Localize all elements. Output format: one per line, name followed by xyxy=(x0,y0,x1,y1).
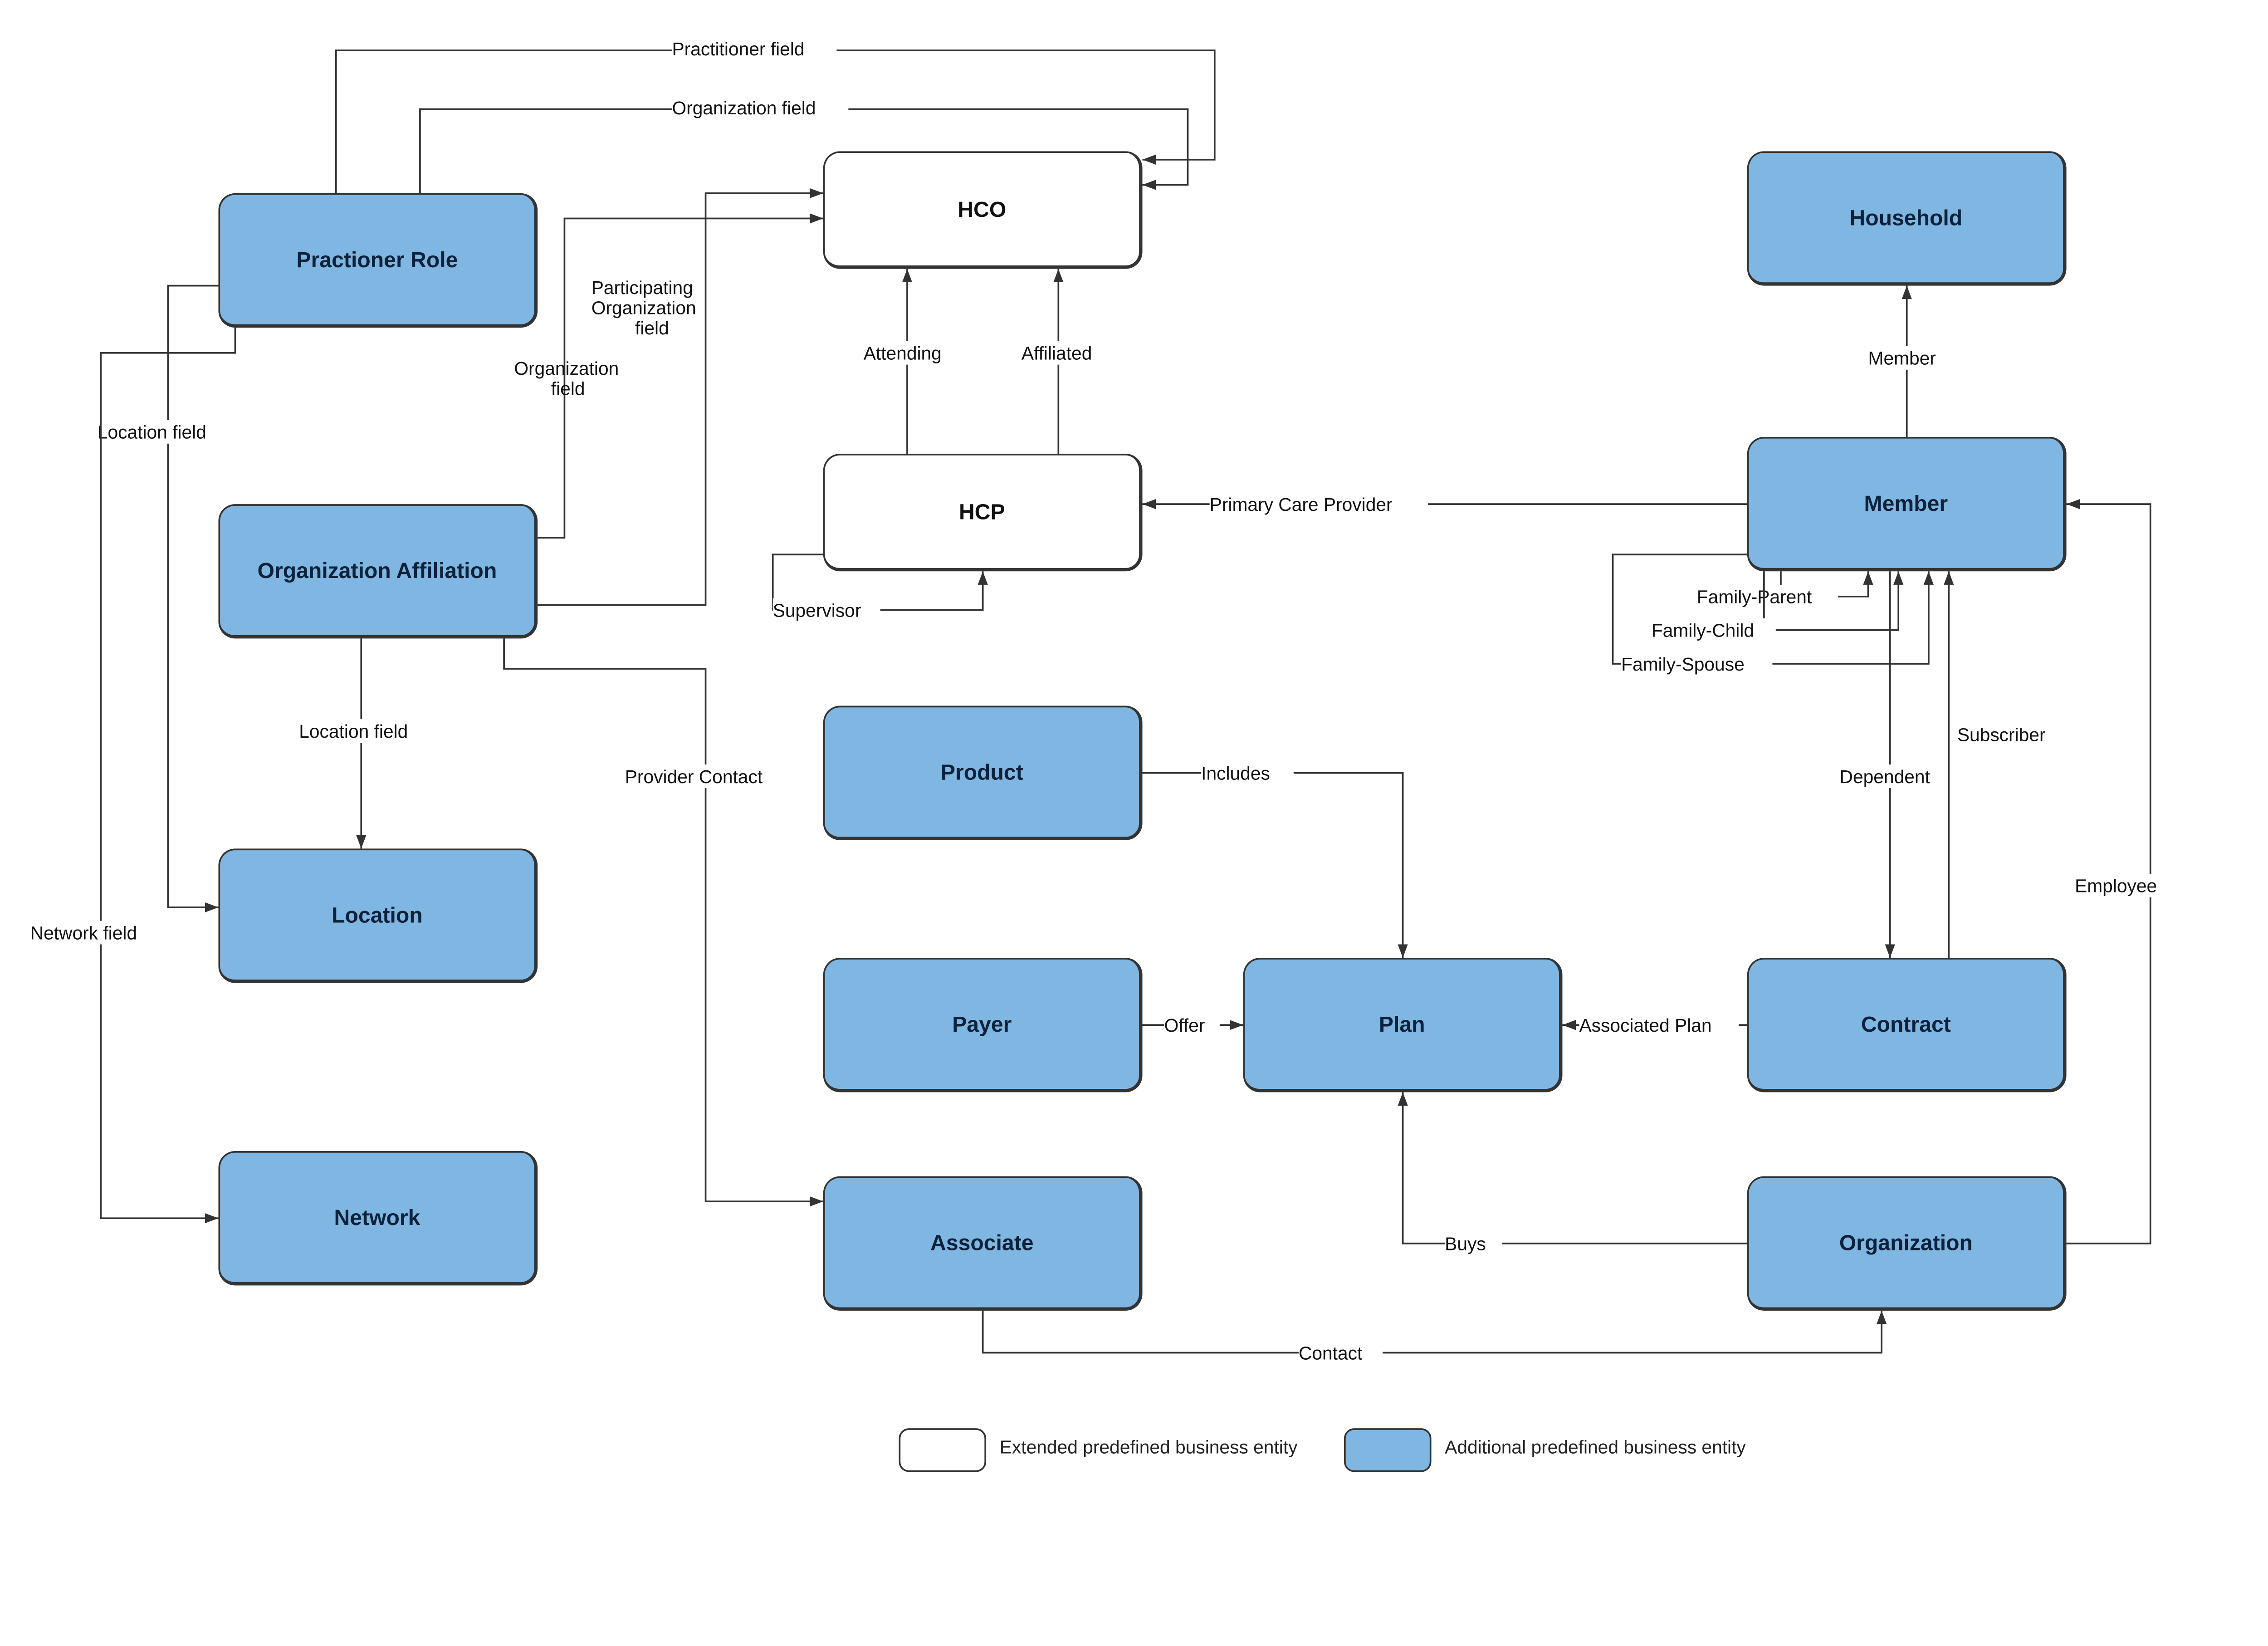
node-location: Location xyxy=(218,848,538,983)
node-hco: HCO xyxy=(823,151,1143,269)
edge-label: Location field xyxy=(98,422,206,443)
node-product: Product xyxy=(823,706,1143,840)
node-label: Network xyxy=(334,1205,420,1230)
edge-label: Supervisor xyxy=(773,600,861,621)
node-label: Contract xyxy=(1861,1012,1951,1037)
node-label: Organization xyxy=(1839,1230,1973,1255)
node-label: Associate xyxy=(930,1230,1033,1255)
edge-label: Employee xyxy=(2075,876,2157,896)
legend-swatch-additional xyxy=(1344,1428,1432,1472)
edge-label: Location field xyxy=(299,721,408,742)
edge-label: Contact xyxy=(1299,1342,1363,1363)
diagram-canvas: Practioner Role Organization Affiliation… xyxy=(0,0,2268,1546)
edge-label: Offer xyxy=(1164,1015,1205,1036)
edge-label: Network field xyxy=(30,922,137,943)
edge-label: Dependent xyxy=(1840,766,1931,787)
edge-label: Includes xyxy=(1201,763,1270,784)
node-payer: Payer xyxy=(823,958,1143,1092)
node-label: Product xyxy=(941,759,1023,785)
edge-label: Family-Spouse xyxy=(1621,654,1745,675)
edge-label: Organizationfield xyxy=(514,358,619,399)
legend-swatch-extended xyxy=(899,1428,986,1472)
node-member: Member xyxy=(1747,437,2067,571)
edge-label: Family-Parent xyxy=(1697,587,1812,607)
node-label: Location xyxy=(332,902,423,928)
edge-label: Organization field xyxy=(672,98,816,118)
edge-label: Provider Contact xyxy=(625,766,763,787)
edge-label: Buys xyxy=(1445,1234,1486,1254)
node-label: HCO xyxy=(958,196,1006,222)
node-organization-affiliation: Organization Affiliation xyxy=(218,504,538,638)
node-label: Household xyxy=(1849,205,1962,230)
legend-label-extended: Extended predefined business entity xyxy=(1000,1438,1298,1458)
edge-label: Practitioner field xyxy=(672,39,804,59)
node-household: Household xyxy=(1747,151,2067,285)
node-label: Plan xyxy=(1379,1012,1425,1037)
edge-label: Attending xyxy=(864,343,942,364)
node-plan: Plan xyxy=(1243,958,1563,1092)
edge-label: Subscriber xyxy=(1957,724,2046,745)
node-label: Practioner Role xyxy=(297,247,458,272)
node-network: Network xyxy=(218,1151,538,1285)
node-label: Member xyxy=(1864,490,1948,516)
edge-label: Associated Plan xyxy=(1579,1015,1711,1036)
node-organization: Organization xyxy=(1747,1176,2067,1311)
node-contract: Contract xyxy=(1747,958,2067,1092)
legend-label-additional: Additional predefined business entity xyxy=(1445,1438,1746,1458)
node-hcp: HCP xyxy=(823,454,1143,571)
edge-label: Family-Child xyxy=(1652,620,1754,641)
node-label: Payer xyxy=(952,1012,1012,1037)
node-label: HCP xyxy=(959,499,1005,524)
edge-label: Primary Care Provider xyxy=(1210,494,1393,515)
node-associate: Associate xyxy=(823,1176,1143,1311)
edge-label: Member xyxy=(1868,348,1936,369)
edge-label: ParticipatingOrganizationfield xyxy=(591,277,696,338)
node-label: Organization Affiliation xyxy=(258,558,497,583)
node-practitioner-role: Practioner Role xyxy=(218,193,538,328)
edge-label: Affiliated xyxy=(1022,343,1092,364)
